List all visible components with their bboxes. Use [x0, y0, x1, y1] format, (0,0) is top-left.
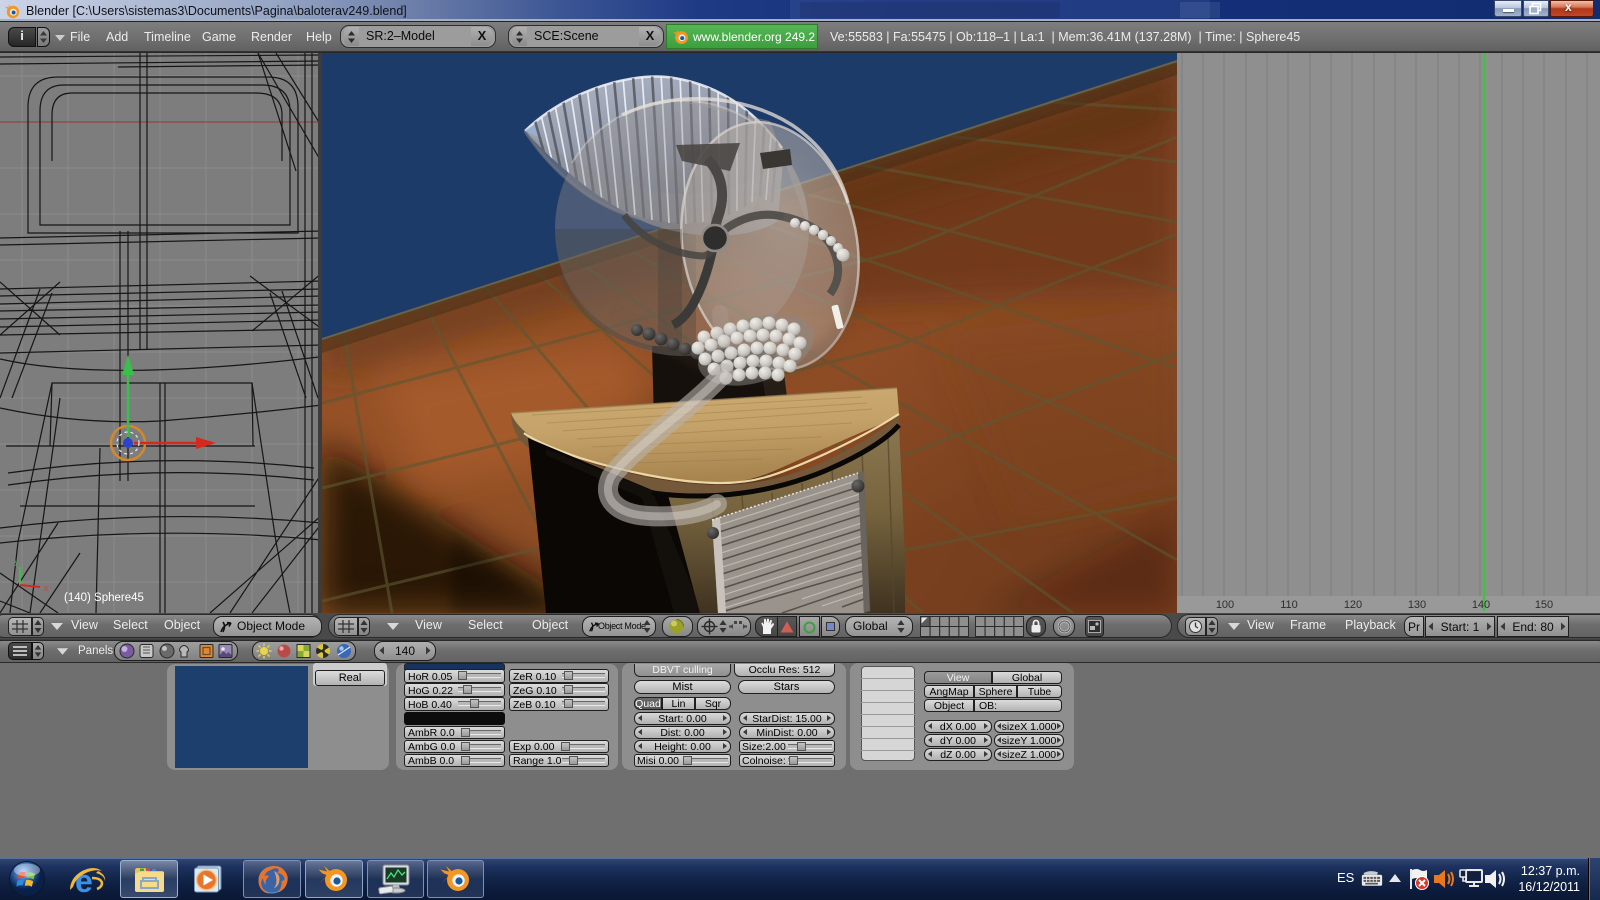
svg-text:x: x — [44, 583, 49, 593]
svg-text:120: 120 — [1344, 599, 1362, 611]
svg-text:(140) Sphere45: (140) Sphere45 — [64, 592, 144, 604]
svg-text:130: 130 — [1408, 599, 1426, 611]
svg-text:y: y — [14, 556, 19, 566]
svg-text:100: 100 — [1216, 599, 1234, 611]
svg-text:140: 140 — [1472, 599, 1490, 611]
svg-text:110: 110 — [1280, 599, 1298, 611]
svg-text:e: e — [75, 863, 93, 897]
svg-text:150: 150 — [1535, 599, 1553, 611]
